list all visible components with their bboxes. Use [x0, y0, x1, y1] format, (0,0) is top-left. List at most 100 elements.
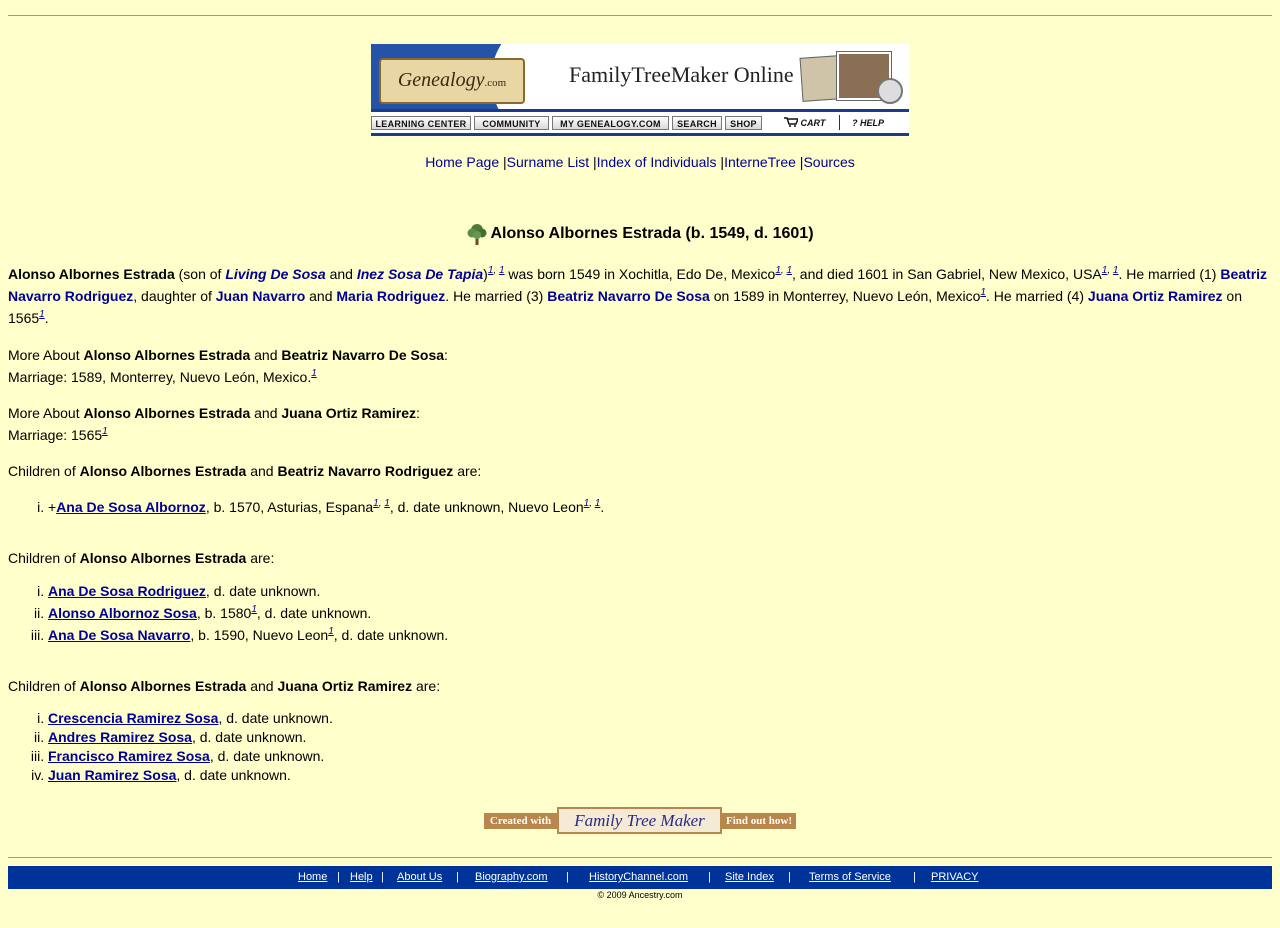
child-link[interactable]: Francisco Ramirez Sosa	[48, 748, 210, 764]
footer-link-site-index[interactable]: Site Index	[725, 871, 774, 883]
footer-link-about-us[interactable]: About Us	[397, 871, 442, 883]
banner-header: Genealogy.com FamilyTreeMaker Online	[371, 44, 909, 112]
nav-cart[interactable]: CART	[784, 116, 825, 130]
text-and: and	[329, 266, 353, 282]
link-index-of-individuals[interactable]: Index of Individuals	[597, 154, 717, 170]
nav-search[interactable]: SEARCH	[672, 116, 722, 130]
citation: 1, 1	[373, 498, 390, 509]
citation-link[interactable]: 1	[775, 265, 781, 276]
more-about-person: Alonso Albornes Estrada	[83, 405, 251, 421]
citation-link[interactable]: 1	[373, 498, 379, 509]
citation: 1, 1	[775, 265, 793, 276]
child-detail: , d. date unknown.	[205, 583, 321, 599]
nav-shop[interactable]: SHOP	[725, 116, 762, 130]
child-link[interactable]: Ana De Sosa Albornoz	[56, 499, 206, 515]
link-spouse-4[interactable]: Juana Ortiz Ramirez	[1088, 288, 1223, 304]
nav-learning-center[interactable]: LEARNING CENTER	[371, 116, 471, 130]
footer-separator: |	[913, 871, 916, 883]
text-and: and	[309, 288, 333, 304]
ftm-logo-text: Family Tree Maker	[574, 811, 705, 830]
text-married-3: . He married (3)	[445, 288, 548, 304]
link-home-page[interactable]: Home Page	[425, 154, 499, 170]
link-surname-list[interactable]: Surname List	[507, 154, 589, 170]
nav-help[interactable]: ? HELP	[852, 116, 884, 130]
link-spouse-3[interactable]: Beatriz Navarro De Sosa	[547, 288, 710, 304]
child-detail: , d. date unknown.	[218, 710, 333, 726]
citation: 1, 1	[583, 498, 601, 509]
text-and: and	[250, 463, 274, 479]
citation-link[interactable]: 1	[1102, 265, 1108, 276]
children-heading-3: Children of Alonso Albornes Estrada and …	[8, 675, 1272, 697]
more-about-spouse-4: More About Alonso Albornes Estrada and J…	[8, 405, 420, 443]
footer-link-biography[interactable]: Biography.com	[475, 871, 548, 883]
child-link[interactable]: Ana De Sosa Rodriguez	[48, 583, 206, 599]
child-link[interactable]: Ana De Sosa Navarro	[48, 627, 190, 643]
footer-link-home[interactable]: Home	[298, 871, 327, 883]
citation-link[interactable]: 1	[39, 309, 45, 320]
citation-link[interactable]: 1	[311, 368, 317, 379]
family-photo-image	[799, 50, 903, 104]
children-label: Children of	[8, 550, 80, 566]
child-link[interactable]: Crescencia Ramirez Sosa	[48, 710, 218, 726]
more-about-person: Alonso Albornes Estrada	[83, 347, 251, 363]
pocket-watch-icon	[877, 78, 903, 104]
text-and: and	[254, 405, 278, 421]
nav-community[interactable]: COMMUNITY	[474, 116, 549, 130]
children-label: Children of	[8, 678, 80, 694]
nav-divider	[839, 115, 840, 130]
copyright: © 2009 Ancestry.com	[597, 890, 683, 900]
child-detail: , b. 1570, Asturias, Espana	[205, 499, 374, 515]
link-father[interactable]: Living De Sosa	[225, 266, 325, 282]
child-detail: , d. date unknown.	[176, 767, 291, 783]
text-and: and	[250, 678, 274, 694]
children-list-1: +Ana De Sosa Albornoz, b. 1570, Asturias…	[8, 496, 604, 518]
page-title: Alonso Albornes Estrada (b. 1549, d. 160…	[0, 222, 1280, 246]
text-daughter-of: , daughter of	[133, 288, 216, 304]
child-detail: , d. date unknown, Nuevo Leon	[389, 499, 584, 515]
child-detail: , d. date unknown.	[256, 605, 372, 621]
banner-nav: LEARNING CENTER COMMUNITY MY GENEALOGY.C…	[371, 112, 909, 136]
children-parent: Alonso Albornes Estrada	[79, 678, 247, 694]
child-detail: , d. date unknown.	[191, 729, 307, 745]
text-and: and	[254, 347, 278, 363]
footer-link-historychannel[interactable]: HistoryChannel.com	[589, 871, 688, 883]
tree-icon	[467, 224, 487, 245]
list-item: Ana De Sosa Rodriguez, d. date unknown.	[48, 580, 448, 602]
link-sources[interactable]: Sources	[803, 154, 854, 170]
children-parent: Alonso Albornes Estrada	[79, 550, 247, 566]
created-with-ftm-badge[interactable]: Created with Family Tree Maker Find out …	[484, 807, 796, 834]
list-item: Juan Ramirez Sosa, d. date unknown.	[48, 766, 333, 785]
footer-separator: |	[381, 871, 384, 883]
genealogy-logo[interactable]: Genealogy.com	[379, 58, 525, 104]
children-label: Children of	[8, 463, 80, 479]
top-divider	[8, 15, 1272, 16]
footer-separator: |	[456, 871, 459, 883]
citation-link[interactable]: 1	[488, 265, 494, 276]
footer-separator: |	[708, 871, 711, 883]
bottom-divider	[8, 857, 1272, 858]
link-spouse1-mother[interactable]: Maria Rodriguez	[336, 288, 445, 304]
nav-my-genealogy[interactable]: MY GENEALOGY.COM	[552, 116, 669, 130]
link-internetree[interactable]: InterneTree	[724, 154, 796, 170]
child-link[interactable]: Juan Ramirez Sosa	[48, 767, 176, 783]
children-list-2: Ana De Sosa Rodriguez, d. date unknown. …	[8, 580, 448, 646]
child-link[interactable]: Alonso Albornoz Sosa	[48, 605, 197, 621]
link-mother[interactable]: Inez Sosa De Tapia	[357, 266, 483, 282]
citation-link[interactable]: 1	[102, 426, 108, 437]
more-about-label: More About	[8, 347, 84, 363]
cart-icon	[784, 117, 800, 127]
citation-link[interactable]: 1	[584, 498, 590, 509]
citation: 1, 1	[1101, 265, 1119, 276]
citation: 1	[311, 368, 317, 379]
children-suffix: are:	[412, 678, 441, 694]
text-died: , and died 1601 in San Gabriel, New Mexi…	[792, 266, 1102, 282]
footer-separator: |	[566, 871, 569, 883]
bio-paragraph: Alonso Albornes Estrada (son of Living D…	[8, 265, 1268, 327]
footer-link-terms[interactable]: Terms of Service	[809, 871, 891, 883]
footer-link-help[interactable]: Help	[350, 871, 373, 883]
child-link[interactable]: Andres Ramirez Sosa	[48, 729, 192, 745]
link-spouse1-father[interactable]: Juan Navarro	[216, 288, 305, 304]
footer-link-privacy[interactable]: PRIVACY	[931, 871, 978, 883]
marriage-details: Marriage: 1589, Monterrey, Nuevo León, M…	[8, 369, 312, 385]
find-out-how-link[interactable]: Find out how!	[722, 813, 796, 829]
